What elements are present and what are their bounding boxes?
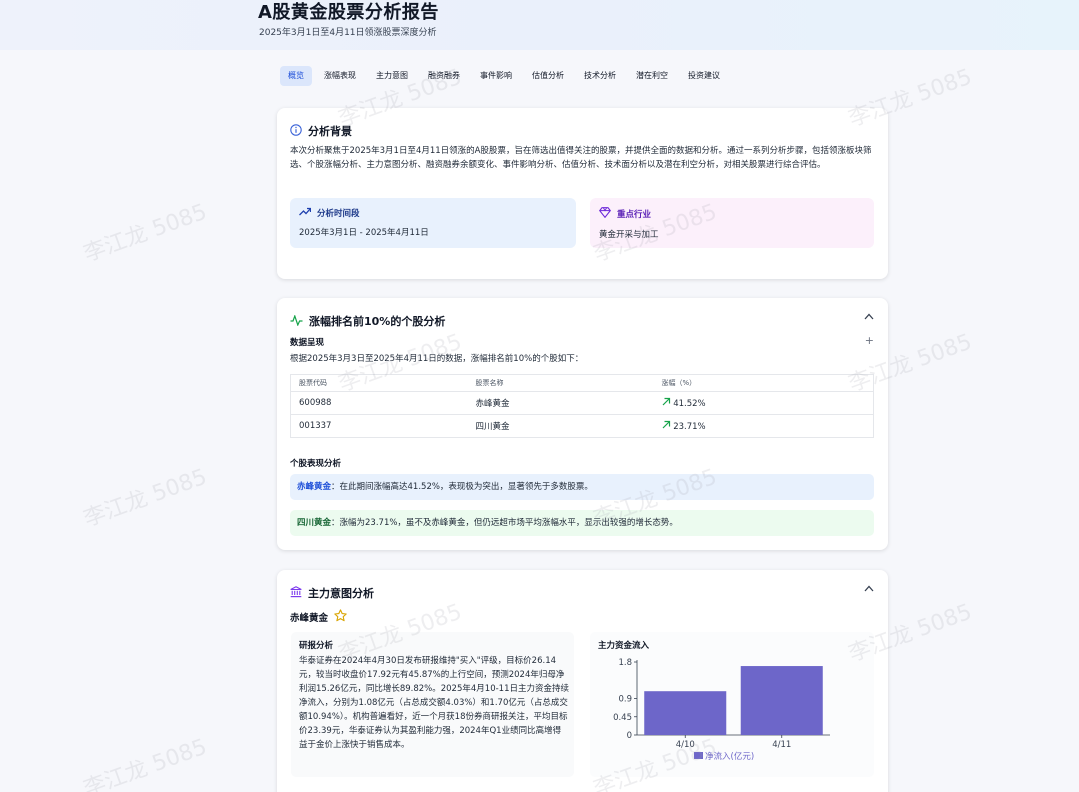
tab-gain-performance[interactable]: 涨幅表现 <box>316 66 364 86</box>
y-tick-label: 0.9 <box>618 695 632 705</box>
gem-icon <box>598 207 612 221</box>
cell-name: 四川黄金 <box>467 414 654 438</box>
change-value: 41.52% <box>673 399 706 409</box>
fund-flow-chart: 1.8 0.9 0.45 0 4/10 4/11 净流入(亿元) <box>613 658 830 762</box>
table-row: 001337 四川黄金 23.71% <box>290 414 874 438</box>
industry-label: 重点行业 <box>617 210 652 220</box>
watermark: 李江龙 5085 <box>80 734 211 792</box>
tab-technical[interactable]: 技术分析 <box>576 66 624 86</box>
main-intent-title: 主力意图分析 <box>308 586 374 600</box>
note-stock-name: 赤峰黄金 <box>297 482 332 492</box>
background-text: 本次分析聚焦于2025年3月1日至4月11日领涨的A股股票，旨在筛选出值得关注的… <box>290 146 872 170</box>
collapse-chevron-up-icon[interactable] <box>864 312 874 323</box>
top-gainers-card: 涨幅排名前10%的个股分析 数据呈现 + 根据2025年3月3日至2025年4月… <box>277 298 888 550</box>
arrow-up-right-icon <box>662 420 671 432</box>
background-header: 分析背景 <box>290 121 352 140</box>
tab-margin-trading[interactable]: 融资融券 <box>420 66 468 86</box>
legend-label: 净流入(亿元) <box>705 751 754 762</box>
info-icon <box>290 121 302 140</box>
period-box: 分析时间段 2025年3月1日 - 2025年4月11日 <box>290 198 576 248</box>
research-panel: 研报分析 华泰证券在2024年4月30日发布研报维持"买入"评级，目标价26.1… <box>291 632 574 777</box>
page-title: A股黄金股票分析报告 <box>258 2 439 23</box>
stock-heading: 赤峰黄金 <box>290 607 347 626</box>
collapse-chevron-up-icon[interactable] <box>864 584 874 595</box>
background-card: 分析背景 本次分析聚焦于2025年3月1日至4月11日领涨的A股股票，旨在筛选出… <box>277 108 888 279</box>
data-heading: 数据呈现 <box>290 338 325 348</box>
expand-plus-icon[interactable]: + <box>865 334 874 347</box>
y-tick-label: 0.45 <box>613 713 632 723</box>
tab-advice[interactable]: 投资建议 <box>680 66 728 86</box>
trending-up-icon <box>299 207 312 219</box>
bar <box>740 666 823 735</box>
bar <box>644 691 727 735</box>
section-tabs: 概览 涨幅表现 主力意图 融资融券 事件影响 估值分析 技术分析 潜在利空 投资… <box>280 66 728 86</box>
cell-code: 600988 <box>290 391 468 415</box>
bank-icon <box>290 583 302 602</box>
note-text: ：涨幅为23.71%，虽不及赤峰黄金，但仍远超市场平均涨幅水平，显示出较强的增长… <box>331 518 678 528</box>
x-tick-label: 4/10 <box>676 740 695 750</box>
stock-name: 赤峰黄金 <box>290 612 329 624</box>
table-row: 600988 赤峰黄金 41.52% <box>290 391 874 415</box>
cell-change: 41.52% <box>653 391 874 415</box>
column-header-change: 涨幅（%） <box>653 374 874 392</box>
cell-change: 23.71% <box>653 414 874 438</box>
main-intent-card: 主力意图分析 赤峰黄金 研报分析 华泰证券在2024年4月30日发布研报维持"买… <box>277 570 888 792</box>
period-label: 分析时间段 <box>317 209 360 219</box>
industry-value: 黄金开采与加工 <box>599 230 659 240</box>
y-tick-label: 0 <box>627 731 632 741</box>
change-value: 23.71% <box>673 422 706 432</box>
main-intent-header: 主力意图分析 <box>290 583 374 602</box>
cell-name: 赤峰黄金 <box>467 391 654 415</box>
period-value: 2025年3月1日 - 2025年4月11日 <box>299 228 429 238</box>
legend-swatch <box>694 752 703 759</box>
performance-heading: 个股表现分析 <box>290 459 342 469</box>
table-header-row: 股票代码 股票名称 涨幅（%） <box>290 374 874 392</box>
research-text: 华泰证券在2024年4月30日发布研报维持"买入"评级，目标价26.14元，较当… <box>299 656 569 750</box>
y-tick-label: 1.8 <box>618 658 632 668</box>
page-subtitle: 2025年3月1日至4月11日领涨股票深度分析 <box>259 28 437 38</box>
x-tick-label: 4/11 <box>772 740 791 750</box>
arrow-up-right-icon <box>662 397 671 409</box>
note-sichuan: 四川黄金：涨幅为23.71%，虽不及赤峰黄金，但仍远超市场平均涨幅水平，显示出较… <box>290 510 874 536</box>
note-stock-name: 四川黄金 <box>297 518 332 528</box>
tab-overview[interactable]: 概览 <box>280 66 312 86</box>
report-header: A股黄金股票分析报告 2025年3月1日至4月11日领涨股票深度分析 <box>0 0 1079 50</box>
watermark: 李江龙 5085 <box>80 199 211 268</box>
top-gainers-table: 股票代码 股票名称 涨幅（%） 600988 赤峰黄金 41.52% 00133… <box>290 374 874 438</box>
tab-event-impact[interactable]: 事件影响 <box>472 66 520 86</box>
top-gainers-header: 涨幅排名前10%的个股分析 <box>290 311 445 330</box>
top-gainers-intro: 根据2025年3月3日至2025年4月11日的数据，涨幅排名前10%的个股如下： <box>290 354 584 364</box>
top-gainers-title: 涨幅排名前10%的个股分析 <box>309 314 446 328</box>
background-title: 分析背景 <box>308 124 352 138</box>
activity-icon <box>290 311 303 330</box>
watermark: 李江龙 5085 <box>80 464 211 533</box>
column-header-name: 股票名称 <box>467 374 654 392</box>
column-header-code: 股票代码 <box>290 374 468 392</box>
note-text: ：在此期间涨幅高达41.52%，表现极为突出，显著领先于多数股票。 <box>331 482 593 492</box>
star-icon[interactable] <box>334 607 347 626</box>
industry-box: 重点行业 黄金开采与加工 <box>590 198 874 248</box>
tab-main-intent[interactable]: 主力意图 <box>368 66 416 86</box>
research-heading: 研报分析 <box>299 641 334 651</box>
tab-risks[interactable]: 潜在利空 <box>628 66 676 86</box>
tab-valuation[interactable]: 估值分析 <box>524 66 572 86</box>
note-chifeng: 赤峰黄金：在此期间涨幅高达41.52%，表现极为突出，显著领先于多数股票。 <box>290 474 874 500</box>
fund-flow-panel: 主力资金流入 1.8 0.9 0.45 0 4/10 4/11 净流入(亿元) <box>590 632 874 777</box>
cell-code: 001337 <box>290 414 468 438</box>
